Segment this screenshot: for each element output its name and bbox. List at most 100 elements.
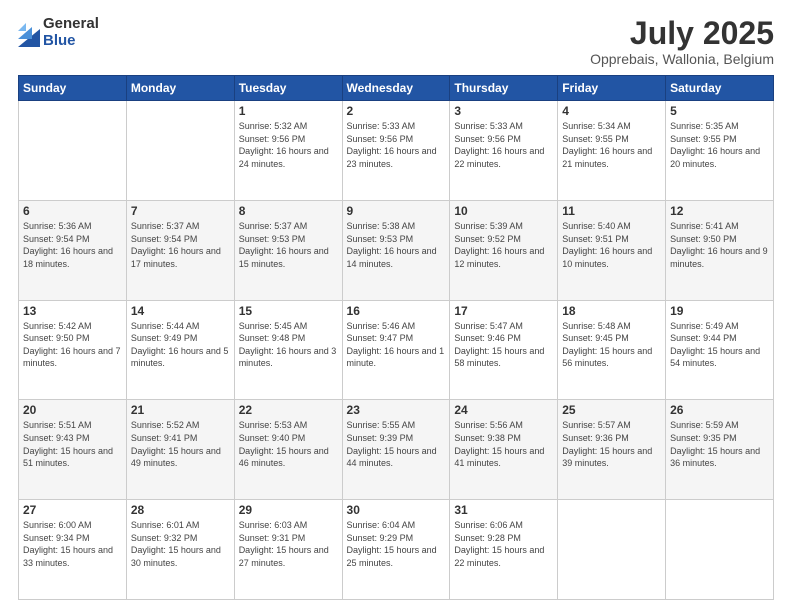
table-row: 14 Sunrise: 5:44 AMSunset: 9:49 PMDayligh… xyxy=(126,300,234,400)
logo-text: General Blue xyxy=(43,16,99,49)
day-number: 6 xyxy=(23,204,122,218)
day-number: 22 xyxy=(239,403,338,417)
cell-info: Sunrise: 5:45 AMSunset: 9:48 PMDaylight:… xyxy=(239,320,338,370)
day-number: 23 xyxy=(347,403,446,417)
cell-info: Sunrise: 5:37 AMSunset: 9:53 PMDaylight:… xyxy=(239,220,338,270)
cell-info: Sunrise: 5:52 AMSunset: 9:41 PMDaylight:… xyxy=(131,419,230,469)
week-row-5: 27 Sunrise: 6:00 AMSunset: 9:34 PMDayligh… xyxy=(19,500,774,600)
table-row: 28 Sunrise: 6:01 AMSunset: 9:32 PMDayligh… xyxy=(126,500,234,600)
table-row: 4 Sunrise: 5:34 AMSunset: 9:55 PMDaylight… xyxy=(558,101,666,201)
day-number: 5 xyxy=(670,104,769,118)
cell-info: Sunrise: 5:59 AMSunset: 9:35 PMDaylight:… xyxy=(670,419,769,469)
cell-info: Sunrise: 6:00 AMSunset: 9:34 PMDaylight:… xyxy=(23,519,122,569)
col-wednesday: Wednesday xyxy=(342,76,450,101)
table-row: 31 Sunrise: 6:06 AMSunset: 9:28 PMDayligh… xyxy=(450,500,558,600)
table-row: 8Sunrise: 5:37 AMSunset: 9:53 PMDaylight… xyxy=(234,200,342,300)
day-number: 29 xyxy=(239,503,338,517)
day-number: 13 xyxy=(23,304,122,318)
cell-info: Sunrise: 5:39 AMSunset: 9:52 PMDaylight:… xyxy=(454,220,553,270)
logo-general: General xyxy=(43,16,99,33)
day-number: 7 xyxy=(131,204,230,218)
table-row: 12Sunrise: 5:41 AMSunset: 9:50 PMDayligh… xyxy=(666,200,774,300)
title-block: July 2025 Opprebais, Wallonia, Belgium xyxy=(590,16,774,67)
cell-info: Sunrise: 5:46 AMSunset: 9:47 PMDaylight:… xyxy=(347,320,446,370)
col-friday: Friday xyxy=(558,76,666,101)
table-row: 20 Sunrise: 5:51 AMSunset: 9:43 PMDayligh… xyxy=(19,400,127,500)
cell-info: Sunrise: 6:06 AMSunset: 9:28 PMDaylight:… xyxy=(454,519,553,569)
table-row: 5 Sunrise: 5:35 AMSunset: 9:55 PMDaylight… xyxy=(666,101,774,201)
table-row: 1 Sunrise: 5:32 AMSunset: 9:56 PMDaylight… xyxy=(234,101,342,201)
table-row: 2 Sunrise: 5:33 AMSunset: 9:56 PMDaylight… xyxy=(342,101,450,201)
cell-info: Sunrise: 5:33 AMSunset: 9:56 PMDaylight:… xyxy=(347,120,446,170)
table-row xyxy=(666,500,774,600)
day-number: 4 xyxy=(562,104,661,118)
logo: General Blue xyxy=(18,16,99,49)
cell-info: Sunrise: 6:03 AMSunset: 9:31 PMDaylight:… xyxy=(239,519,338,569)
table-row: 7Sunrise: 5:37 AMSunset: 9:54 PMDaylight… xyxy=(126,200,234,300)
col-monday: Monday xyxy=(126,76,234,101)
day-number: 24 xyxy=(454,403,553,417)
table-row xyxy=(19,101,127,201)
logo-blue: Blue xyxy=(43,33,99,50)
day-number: 20 xyxy=(23,403,122,417)
table-row xyxy=(558,500,666,600)
day-number: 3 xyxy=(454,104,553,118)
table-row: 9Sunrise: 5:38 AMSunset: 9:53 PMDaylight… xyxy=(342,200,450,300)
table-row: 3 Sunrise: 5:33 AMSunset: 9:56 PMDaylight… xyxy=(450,101,558,201)
cell-info: Sunrise: 5:32 AMSunset: 9:56 PMDaylight:… xyxy=(239,120,338,170)
cell-info: Sunrise: 5:47 AMSunset: 9:46 PMDaylight:… xyxy=(454,320,553,370)
subtitle: Opprebais, Wallonia, Belgium xyxy=(590,51,774,67)
cell-info: Sunrise: 5:55 AMSunset: 9:39 PMDaylight:… xyxy=(347,419,446,469)
header: General Blue July 2025 Opprebais, Wallon… xyxy=(18,16,774,67)
day-number: 11 xyxy=(562,204,661,218)
cell-info: Sunrise: 5:51 AMSunset: 9:43 PMDaylight:… xyxy=(23,419,122,469)
cell-info: Sunrise: 5:38 AMSunset: 9:53 PMDaylight:… xyxy=(347,220,446,270)
week-row-3: 13Sunrise: 5:42 AMSunset: 9:50 PMDayligh… xyxy=(19,300,774,400)
day-number: 28 xyxy=(131,503,230,517)
table-row: 25Sunrise: 5:57 AMSunset: 9:36 PMDayligh… xyxy=(558,400,666,500)
day-number: 14 xyxy=(131,304,230,318)
table-row: 18 Sunrise: 5:48 AMSunset: 9:45 PMDayligh… xyxy=(558,300,666,400)
day-number: 21 xyxy=(131,403,230,417)
day-number: 15 xyxy=(239,304,338,318)
cell-info: Sunrise: 5:53 AMSunset: 9:40 PMDaylight:… xyxy=(239,419,338,469)
week-row-4: 20 Sunrise: 5:51 AMSunset: 9:43 PMDayligh… xyxy=(19,400,774,500)
day-number: 31 xyxy=(454,503,553,517)
table-row: 19Sunrise: 5:49 AMSunset: 9:44 PMDayligh… xyxy=(666,300,774,400)
col-thursday: Thursday xyxy=(450,76,558,101)
cell-info: Sunrise: 5:35 AMSunset: 9:55 PMDaylight:… xyxy=(670,120,769,170)
page: General Blue July 2025 Opprebais, Wallon… xyxy=(0,0,792,612)
cell-info: Sunrise: 6:01 AMSunset: 9:32 PMDaylight:… xyxy=(131,519,230,569)
day-number: 19 xyxy=(670,304,769,318)
table-row: 30 Sunrise: 6:04 AMSunset: 9:29 PMDayligh… xyxy=(342,500,450,600)
day-number: 26 xyxy=(670,403,769,417)
cell-info: Sunrise: 5:36 AMSunset: 9:54 PMDaylight:… xyxy=(23,220,122,270)
cell-info: Sunrise: 5:57 AMSunset: 9:36 PMDaylight:… xyxy=(562,419,661,469)
cell-info: Sunrise: 5:48 AMSunset: 9:45 PMDaylight:… xyxy=(562,320,661,370)
table-row: 29 Sunrise: 6:03 AMSunset: 9:31 PMDayligh… xyxy=(234,500,342,600)
table-row: 11Sunrise: 5:40 AMSunset: 9:51 PMDayligh… xyxy=(558,200,666,300)
cell-info: Sunrise: 5:41 AMSunset: 9:50 PMDaylight:… xyxy=(670,220,769,270)
col-tuesday: Tuesday xyxy=(234,76,342,101)
table-row: 10Sunrise: 5:39 AMSunset: 9:52 PMDayligh… xyxy=(450,200,558,300)
week-row-2: 6 Sunrise: 5:36 AMSunset: 9:54 PMDaylight… xyxy=(19,200,774,300)
day-number: 16 xyxy=(347,304,446,318)
cell-info: Sunrise: 6:04 AMSunset: 9:29 PMDaylight:… xyxy=(347,519,446,569)
main-title: July 2025 xyxy=(590,16,774,51)
day-number: 18 xyxy=(562,304,661,318)
day-number: 30 xyxy=(347,503,446,517)
table-row: 27 Sunrise: 6:00 AMSunset: 9:34 PMDayligh… xyxy=(19,500,127,600)
col-saturday: Saturday xyxy=(666,76,774,101)
cell-info: Sunrise: 5:33 AMSunset: 9:56 PMDaylight:… xyxy=(454,120,553,170)
day-number: 1 xyxy=(239,104,338,118)
calendar-header-row: Sunday Monday Tuesday Wednesday Thursday… xyxy=(19,76,774,101)
table-row: 13Sunrise: 5:42 AMSunset: 9:50 PMDayligh… xyxy=(19,300,127,400)
cell-info: Sunrise: 5:56 AMSunset: 9:38 PMDaylight:… xyxy=(454,419,553,469)
day-number: 27 xyxy=(23,503,122,517)
day-number: 2 xyxy=(347,104,446,118)
table-row: 17Sunrise: 5:47 AMSunset: 9:46 PMDayligh… xyxy=(450,300,558,400)
cell-info: Sunrise: 5:44 AMSunset: 9:49 PMDaylight:… xyxy=(131,320,230,370)
table-row: 15 Sunrise: 5:45 AMSunset: 9:48 PMDayligh… xyxy=(234,300,342,400)
cell-info: Sunrise: 5:34 AMSunset: 9:55 PMDaylight:… xyxy=(562,120,661,170)
table-row xyxy=(126,101,234,201)
